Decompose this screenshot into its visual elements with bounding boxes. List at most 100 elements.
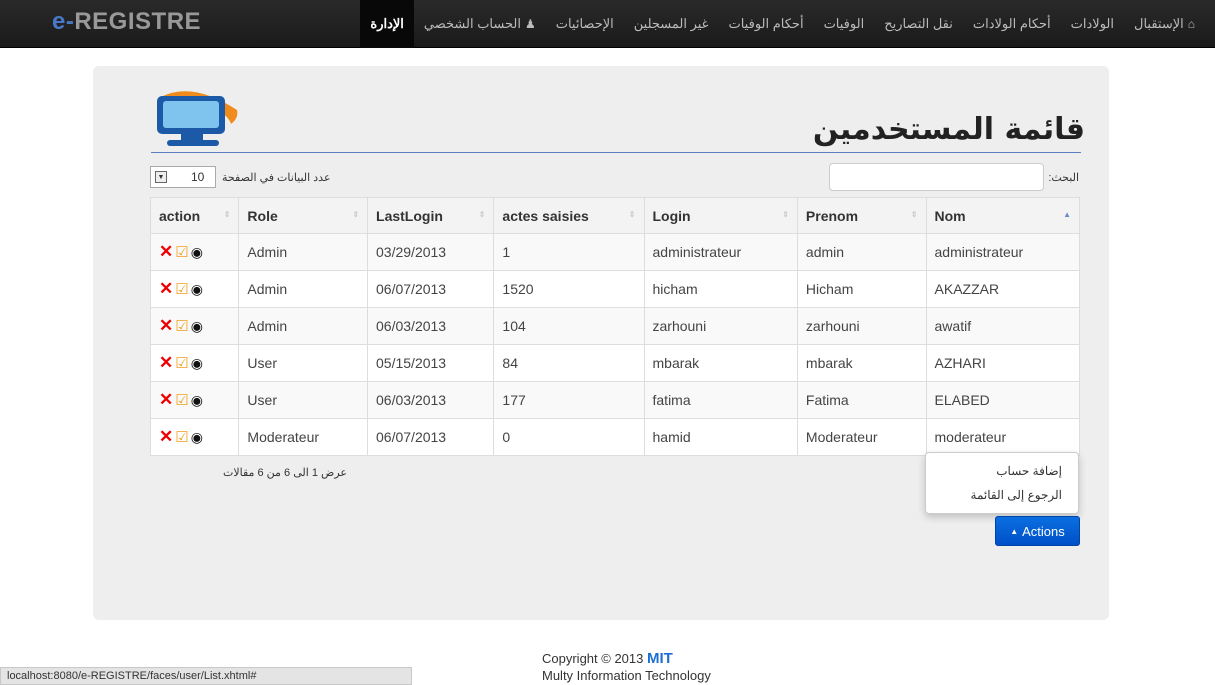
- nav-item-8[interactable]: ♟ الحساب الشخصي: [414, 0, 546, 48]
- table-row: ✕ ☑ ◉ Moderateur 06/07/2013 0 hamid Moderateur m…: [149, 418, 1081, 456]
- row-actions: ✕ ☑ ◉: [159, 353, 230, 373]
- table-cell: 1: [493, 233, 645, 271]
- table-cell: hicham: [643, 270, 798, 308]
- view-icon[interactable]: ◉: [191, 355, 203, 372]
- page-length-select[interactable]: ▼ 10: [150, 166, 216, 188]
- edit-icon[interactable]: ☑: [175, 428, 188, 446]
- computer-logo-icon: [157, 91, 238, 146]
- column-header[interactable]: Login ⇕: [643, 197, 798, 234]
- table-cell: 06/03/2013: [367, 307, 495, 345]
- column-header[interactable]: LastLogin ⇕: [367, 197, 495, 234]
- delete-icon[interactable]: ✕: [159, 427, 173, 447]
- table-cell: hamid: [643, 418, 798, 456]
- page-length-control: ▼ 10 عدد البيانات في الصفحة: [150, 166, 331, 188]
- edit-icon[interactable]: ☑: [175, 317, 188, 335]
- table-cell: administrateur: [643, 233, 798, 271]
- column-header[interactable]: action ⇕: [149, 197, 240, 234]
- table-cell: 177: [493, 381, 645, 419]
- actions-dropdown-menu: إضافة حساب الرجوع إلى القائمة: [925, 452, 1079, 514]
- table-cell: ✕ ☑ ◉: [149, 418, 240, 456]
- sort-icon: ⇕: [910, 210, 918, 219]
- table-cell: Admin: [238, 233, 369, 271]
- column-header[interactable]: Prenom ⇕: [796, 197, 927, 234]
- table-cell: 06/03/2013: [367, 381, 495, 419]
- nav-item-3[interactable]: نقل التصاريح: [874, 0, 963, 48]
- nav-item-9[interactable]: الإدارة: [360, 0, 414, 48]
- edit-icon[interactable]: ☑: [175, 243, 188, 261]
- nav-item-label: أحكام الوفيات: [728, 16, 804, 31]
- table-header-row: action ⇕ Role ⇕ LastLogin ⇕ actes saisies ⇕ Logi…: [149, 197, 1081, 234]
- delete-icon[interactable]: ✕: [159, 279, 173, 299]
- table-cell: ✕ ☑ ◉: [149, 307, 240, 345]
- table-cell: AZHARI: [925, 344, 1081, 382]
- table-cell: AKAZZAR: [925, 270, 1081, 308]
- sort-icon: ⇕: [223, 210, 231, 219]
- brand-logo[interactable]: e-REGISTRE: [52, 8, 201, 36]
- delete-icon[interactable]: ✕: [159, 242, 173, 262]
- table-row: ✕ ☑ ◉ Admin 03/29/2013 1 administrateur admin ad…: [149, 233, 1081, 271]
- table-cell: zarhouni: [796, 307, 927, 345]
- nav-item-label: نقل التصاريح: [884, 16, 953, 31]
- company-short-name: MIT: [646, 650, 673, 667]
- table-cell: User: [238, 344, 369, 382]
- sort-icon: ⇕: [782, 210, 789, 219]
- view-icon[interactable]: ◉: [191, 281, 203, 298]
- top-navbar: e-REGISTRE ⌂ الإستقبال الولادات أحكام الولا…: [0, 0, 1215, 48]
- edit-icon[interactable]: ☑: [175, 280, 188, 298]
- nav-item-4[interactable]: الوفيات: [814, 0, 875, 48]
- table-row: ✕ ☑ ◉ User 05/15/2013 84 mbarak mbarak AZHARI: [149, 344, 1081, 382]
- nav-item-label: الإدارة: [370, 16, 404, 31]
- edit-icon[interactable]: ☑: [175, 391, 188, 409]
- nav-item-label: الإحصائيات: [555, 16, 614, 31]
- delete-icon[interactable]: ✕: [159, 316, 173, 336]
- table-cell: admin: [796, 233, 927, 271]
- table-cell: fatima: [643, 381, 798, 419]
- page-length-label: عدد البيانات في الصفحة: [222, 171, 331, 184]
- table-cell: ✕ ☑ ◉: [149, 344, 240, 382]
- table-cell: 05/15/2013: [367, 344, 495, 382]
- footer: Copyright © 2013 MIT Multy Information T…: [542, 650, 711, 684]
- delete-icon[interactable]: ✕: [159, 390, 173, 410]
- menu-item-add-account[interactable]: إضافة حساب: [942, 459, 1062, 483]
- menu-item-back-to-list[interactable]: الرجوع إلى القائمة: [942, 483, 1062, 507]
- view-icon[interactable]: ◉: [191, 244, 203, 261]
- row-actions: ✕ ☑ ◉: [159, 390, 230, 410]
- nav-item-6[interactable]: غير المسجلين: [624, 0, 719, 48]
- table-cell: moderateur: [925, 418, 1081, 456]
- view-icon[interactable]: ◉: [191, 392, 203, 409]
- table-cell: awatif: [925, 307, 1081, 345]
- browser-status-bar: localhost:8080/e-REGISTRE/faces/user/Lis…: [0, 667, 412, 685]
- table-cell: 03/29/2013: [367, 233, 495, 271]
- table-body: ✕ ☑ ◉ Admin 03/29/2013 1 administrateur admin ad…: [149, 233, 1081, 456]
- view-icon[interactable]: ◉: [191, 318, 203, 335]
- column-header[interactable]: Nom ▲: [925, 197, 1081, 234]
- table-cell: 1520: [493, 270, 645, 308]
- table-cell: administrateur: [925, 233, 1081, 271]
- nav-item-5[interactable]: أحكام الوفيات: [718, 0, 813, 48]
- column-header[interactable]: actes saisies ⇕: [493, 197, 645, 234]
- view-icon[interactable]: ◉: [191, 429, 203, 446]
- table-cell: 0: [493, 418, 645, 456]
- row-actions: ✕ ☑ ◉: [159, 242, 230, 262]
- table-cell: Fatima: [796, 381, 927, 419]
- delete-icon[interactable]: ✕: [159, 353, 173, 373]
- page-title: قائمة المستخدمين: [812, 112, 1085, 147]
- actions-button[interactable]: ▲ Actions: [995, 516, 1080, 546]
- main-panel: قائمة المستخدمين ▼ 10 عدد البيانات في ال…: [93, 66, 1109, 620]
- caret-up-icon: ▲: [1010, 526, 1019, 536]
- nav-item-1[interactable]: الولادات: [1061, 0, 1124, 48]
- table-cell: Hicham: [796, 270, 927, 308]
- edit-icon[interactable]: ☑: [175, 354, 188, 372]
- nav-item-7[interactable]: الإحصائيات: [546, 0, 624, 48]
- table-cell: ✕ ☑ ◉: [149, 233, 240, 271]
- row-actions: ✕ ☑ ◉: [159, 427, 230, 447]
- row-actions: ✕ ☑ ◉: [159, 279, 230, 299]
- table-cell: 06/07/2013: [367, 418, 495, 456]
- column-header[interactable]: Role ⇕: [238, 197, 369, 234]
- title-divider: [151, 152, 1081, 153]
- table-cell: ELABED: [925, 381, 1081, 419]
- search-input[interactable]: [829, 163, 1045, 191]
- nav-item-0[interactable]: ⌂ الإستقبال: [1124, 0, 1205, 48]
- nav-item-2[interactable]: أحكام الولادات: [963, 0, 1061, 48]
- table-cell: Moderateur: [238, 418, 369, 456]
